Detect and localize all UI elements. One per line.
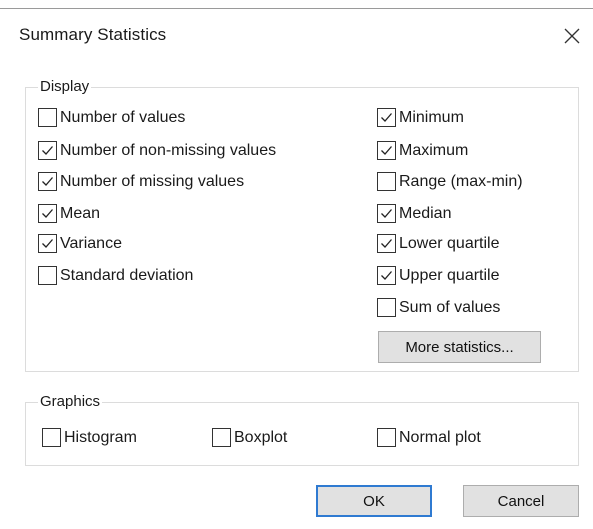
cancel-button[interactable]: Cancel bbox=[463, 485, 579, 517]
checkbox-sum-of-values[interactable]: Sum of values bbox=[377, 298, 500, 317]
checkbox-box[interactable] bbox=[377, 428, 396, 447]
checkbox-label: Number of missing values bbox=[60, 172, 245, 190]
checkbox-label: Maximum bbox=[399, 141, 469, 159]
ok-button[interactable]: OK bbox=[316, 485, 432, 517]
graphics-group-label: Graphics bbox=[38, 393, 103, 410]
checkbox-label: Variance bbox=[60, 234, 122, 252]
checkbox-minimum[interactable]: Minimum bbox=[377, 108, 464, 127]
dialog-title: Summary Statistics bbox=[19, 25, 167, 44]
checkbox-box[interactable] bbox=[38, 141, 57, 160]
checkbox-label: Mean bbox=[60, 204, 101, 222]
checkmark-icon bbox=[42, 209, 53, 218]
checkbox-standard-deviation[interactable]: Standard deviation bbox=[38, 266, 193, 285]
checkbox-label: Upper quartile bbox=[399, 266, 500, 284]
checkmark-icon bbox=[381, 271, 392, 280]
close-button[interactable] bbox=[558, 22, 586, 50]
checkbox-label: Lower quartile bbox=[399, 234, 500, 252]
checkbox-label: Standard deviation bbox=[60, 266, 194, 284]
checkbox-box[interactable] bbox=[377, 234, 396, 253]
checkbox-box[interactable] bbox=[42, 428, 61, 447]
checkbox-range[interactable]: Range (max-min) bbox=[377, 172, 523, 191]
checkbox-label: Range (max-min) bbox=[399, 172, 523, 190]
checkbox-label: Boxplot bbox=[234, 428, 288, 446]
display-group-label: Display bbox=[38, 78, 92, 95]
checkbox-boxplot[interactable]: Boxplot bbox=[212, 428, 287, 447]
checkbox-box[interactable] bbox=[38, 204, 57, 223]
checkbox-label: Number of values bbox=[60, 108, 186, 126]
checkbox-box[interactable] bbox=[38, 108, 57, 127]
checkbox-box[interactable] bbox=[38, 234, 57, 253]
checkbox-box[interactable] bbox=[377, 266, 396, 285]
window-top-edge bbox=[0, 8, 593, 9]
checkbox-box[interactable] bbox=[377, 298, 396, 317]
checkbox-number-of-missing-values[interactable]: Number of missing values bbox=[38, 172, 244, 191]
checkbox-box[interactable] bbox=[38, 266, 57, 285]
checkbox-variance[interactable]: Variance bbox=[38, 234, 122, 253]
close-icon bbox=[564, 28, 580, 44]
checkbox-label: Sum of values bbox=[399, 298, 501, 316]
checkbox-median[interactable]: Median bbox=[377, 204, 451, 223]
checkbox-box[interactable] bbox=[212, 428, 231, 447]
checkbox-label: Histogram bbox=[64, 428, 137, 446]
checkmark-icon bbox=[42, 177, 53, 186]
checkbox-maximum[interactable]: Maximum bbox=[377, 141, 468, 160]
checkbox-label: Number of non-missing values bbox=[60, 141, 277, 159]
checkbox-box[interactable] bbox=[377, 108, 396, 127]
checkbox-mean[interactable]: Mean bbox=[38, 204, 100, 223]
checkbox-lower-quartile[interactable]: Lower quartile bbox=[377, 234, 500, 253]
checkbox-label: Median bbox=[399, 204, 452, 222]
checkmark-icon bbox=[381, 113, 392, 122]
checkbox-box[interactable] bbox=[377, 204, 396, 223]
checkbox-box[interactable] bbox=[377, 172, 396, 191]
checkbox-box[interactable] bbox=[377, 141, 396, 160]
checkmark-icon bbox=[42, 239, 53, 248]
checkbox-label: Minimum bbox=[399, 108, 464, 126]
checkbox-box[interactable] bbox=[38, 172, 57, 191]
checkbox-label: Normal plot bbox=[399, 428, 481, 446]
checkmark-icon bbox=[381, 146, 392, 155]
more-statistics-button[interactable]: More statistics... bbox=[378, 331, 541, 363]
checkbox-number-of-non-missing-values[interactable]: Number of non-missing values bbox=[38, 141, 276, 160]
checkbox-upper-quartile[interactable]: Upper quartile bbox=[377, 266, 500, 285]
checkmark-icon bbox=[381, 209, 392, 218]
checkbox-histogram[interactable]: Histogram bbox=[42, 428, 137, 447]
display-group: Display bbox=[25, 78, 579, 372]
checkbox-normal-plot[interactable]: Normal plot bbox=[377, 428, 481, 447]
checkmark-icon bbox=[42, 146, 53, 155]
checkbox-number-of-values[interactable]: Number of values bbox=[38, 108, 185, 127]
checkmark-icon bbox=[381, 239, 392, 248]
